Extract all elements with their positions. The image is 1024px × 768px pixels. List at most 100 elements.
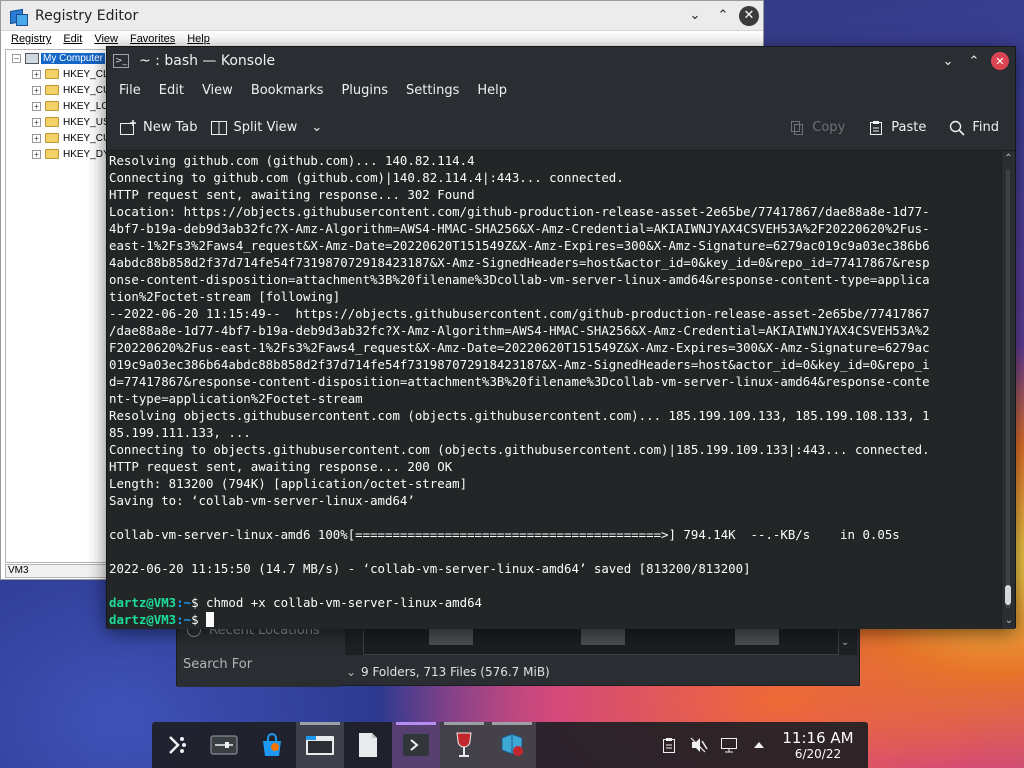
folder-icon [45,149,59,159]
terminal-line: east-1%2Fs3%2Faws4_request&X-Amz-Date=20… [109,238,930,253]
places-search-for[interactable]: Search For [183,657,252,672]
chevron-down-icon[interactable]: ⌄ [341,665,361,679]
folder-icon [45,69,59,79]
konsole-title: ~ : bash — Konsole [139,53,276,69]
volume-muted-icon[interactable] [684,733,714,757]
toolbar-right: Copy Paste Find [766,120,1015,136]
show-hidden-icons-icon[interactable] [744,733,774,757]
file-thumbnail[interactable] [581,629,625,645]
menu-edit[interactable]: Edit [157,83,186,98]
close-icon[interactable]: ✕ [739,5,759,26]
terminal-line: tion%2Foctet-stream [following] [109,289,341,304]
copy-label: Copy [812,120,846,135]
registry-editor-task[interactable] [488,722,536,768]
expand-icon[interactable]: + [32,69,41,79]
discover-store-icon [263,733,281,756]
registry-titlebar[interactable]: Registry Editor ⌄ ⌃ ✕ [1,1,763,31]
find-button[interactable]: Find [948,120,999,136]
konsole-toolbar: New Tab Split View ⌄ Copy Paste Find [107,105,1015,151]
close-icon[interactable]: ✕ [991,52,1009,70]
konsole-terminal-icon [403,734,429,756]
terminal-line: onse-content-disposition=attachment%3B%2… [109,272,930,287]
terminal-line: Connecting to objects.githubusercontent.… [109,442,930,457]
expand-icon[interactable]: + [32,85,41,95]
folder-icon [45,85,59,95]
network-icon[interactable] [714,733,744,757]
copy-icon [788,120,806,136]
new-tab-button[interactable]: New Tab [119,119,198,136]
chevron-down-icon[interactable]: ⌄ [1002,613,1016,629]
chevron-down-icon[interactable]: ⌄ [935,54,961,69]
wine-glass-icon [456,732,472,757]
expand-icon[interactable]: + [32,117,41,127]
find-label: Find [972,120,999,135]
menu-bookmarks[interactable]: Bookmarks [249,83,326,98]
expand-icon[interactable]: + [32,101,41,111]
terminal-output[interactable]: Resolving github.com (github.com)... 140… [107,151,1003,629]
prompt-path: :~ [176,612,192,627]
discover-store-task[interactable] [248,722,296,768]
terminal-line: --2022-06-20 11:15:49-- https://objects.… [109,306,930,321]
menu-view[interactable]: View [200,83,235,98]
clock-time: 11:16 AM [782,729,854,747]
split-view-button[interactable]: Split View ⌄ [210,120,322,136]
prompt-symbol: $ [191,612,206,627]
menu-plugins[interactable]: Plugins [339,83,390,98]
folder-icon [45,133,59,143]
system-settings-task[interactable] [200,722,248,768]
prompt-path: :~ [176,595,192,610]
folder-icon [45,101,59,111]
chevron-up-icon[interactable]: ⌃ [961,54,987,69]
konsole-menubar: File Edit View Bookmarks Plugins Setting… [107,75,1015,105]
terminal-line: 2022-06-20 11:15:50 (14.7 MB/s) - ‘colla… [109,561,751,576]
new-tab-label: New Tab [143,120,198,135]
scroll-track[interactable] [1006,169,1010,609]
wine-task[interactable] [440,722,488,768]
expand-icon[interactable]: + [32,133,41,143]
chevron-down-icon[interactable]: ⌄ [311,120,322,135]
konsole-titlebar[interactable]: >_ ~ : bash — Konsole ⌄ ⌃ ✕ [107,47,1015,75]
chevron-up-icon[interactable]: ⌃ [1002,151,1015,167]
digital-clock[interactable]: 11:16 AM 6/20/22 [774,729,862,761]
text-editor-task[interactable] [344,722,392,768]
terminal-scrollbar[interactable]: ⌃ ⌄ [1001,151,1015,629]
split-view-icon [210,120,228,136]
registry-editor-icon [501,733,523,756]
system-settings-icon [210,735,238,755]
menu-settings[interactable]: Settings [404,83,461,98]
terminal-line: d=77417867&response-content-disposition=… [109,374,930,389]
paste-label: Paste [891,120,927,135]
copy-button[interactable]: Copy [788,120,845,136]
collapse-icon[interactable]: – [12,53,21,63]
search-icon [948,120,966,136]
menu-file[interactable]: File [117,83,143,98]
konsole-task[interactable] [392,722,440,768]
registry-menu-edit[interactable]: Edit [63,33,82,50]
folder-summary: 9 Folders, 713 Files (576.7 MiB) [361,665,550,679]
application-launcher-button[interactable] [152,722,200,768]
terminal-line: /dae88a8e-1d77-4bf7-b19a-deb9d3ab32fc?X-… [109,323,930,338]
clipboard-icon[interactable] [654,733,684,757]
terminal-line: Length: 813200 (794K) [application/octet… [109,476,468,491]
file-thumbnail[interactable] [429,629,473,645]
terminal-line: HTTP request sent, awaiting response... … [109,459,453,474]
prompt-symbol: $ [191,595,206,610]
executed-command: chmod +x collab-vm-server-linux-amd64 [205,595,482,610]
scroll-thumb[interactable] [1005,585,1011,605]
file-thumbnail[interactable] [735,629,779,645]
paste-button[interactable]: Paste [867,120,926,136]
menu-help[interactable]: Help [475,83,509,98]
terminal-line: F20220620%2Fus-east-1%2Fs3%2Faws4_reques… [109,340,930,355]
terminal-line: Location: https://objects.githubusercont… [109,204,930,219]
expand-icon[interactable]: + [32,149,41,159]
registry-menu-registry[interactable]: Registry [11,33,51,50]
chevron-down-icon[interactable]: ⌄ [841,637,853,651]
terminal-line: Resolving github.com (github.com)... 140… [109,153,475,168]
active-prompt-line[interactable]: dartz@VM3:~$ [109,611,1003,628]
tree-item-label: HKEY_CL [63,68,109,80]
terminal-line: collab-vm-server-linux-amd6 100%[=======… [109,527,900,542]
chevron-down-icon[interactable]: ⌄ [683,4,707,28]
chevron-up-icon[interactable]: ⌃ [711,4,735,28]
dolphin-task[interactable] [296,722,344,768]
